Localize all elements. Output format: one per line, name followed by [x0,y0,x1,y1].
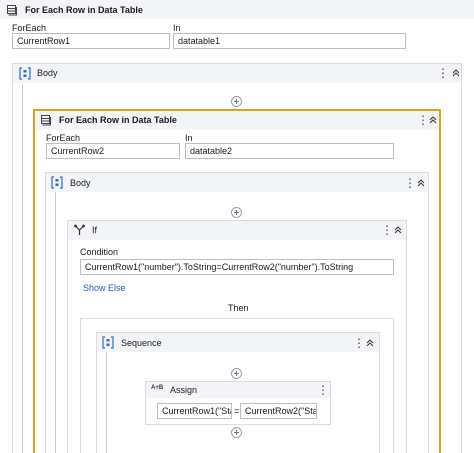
assign-operator: = [234,406,240,416]
sequence-title: Sequence [121,338,162,348]
if-title: If [92,225,98,235]
assign-icon: A+B [151,385,164,391]
add-activity-icon[interactable] [231,96,242,107]
outer-body-collapse-icon[interactable] [451,68,461,78]
inner-body-menu-icon[interactable]: ⋮ [404,177,416,189]
assign-menu-icon[interactable]: ⋮ [317,384,329,396]
then-label: Then [228,303,249,313]
sequence-braces-icon [19,67,31,80]
sequence-collapse-icon[interactable] [365,338,375,348]
outer-foreach-field[interactable]: CurrentRow1 [12,33,170,49]
outer-foreach-label: ForEach [12,23,47,33]
inner-foreach-label: ForEach [46,133,81,143]
inner-body-left-rule [55,192,56,453]
inner-body-collapse-icon[interactable] [416,178,426,188]
outer-body-header[interactable] [13,64,461,83]
sequence-left-rule [106,352,107,453]
if-collapse-icon[interactable] [393,225,403,235]
outer-in-field[interactable]: datatable1 [173,33,406,49]
inner-loop-title: For Each Row in Data Table [59,115,177,125]
add-activity-icon[interactable] [231,207,242,218]
sequence-braces-icon [51,176,63,189]
outer-loop-title: For Each Row in Data Table [25,5,143,15]
inner-foreach-field[interactable]: CurrentRow2 [46,143,180,159]
show-else-link[interactable]: Show Else [83,283,126,293]
condition-field[interactable]: CurrentRow1("number").ToString=CurrentRo… [80,259,394,275]
sequence-menu-icon[interactable]: ⋮ [353,337,365,349]
condition-label: Condition [80,247,119,257]
inner-loop-collapse-icon[interactable] [428,115,438,125]
assign-value-field[interactable]: CurrentRow2("Stat [240,403,317,419]
inner-loop-menu-icon[interactable]: ⋮ [417,114,429,126]
inner-in-field[interactable]: datatable2 [185,143,394,159]
outer-body-title: Body [37,68,58,78]
add-activity-icon[interactable] [231,368,242,379]
sequence-braces-icon [102,336,114,349]
table-loop-icon [7,5,17,16]
outer-in-label: In [173,23,181,33]
outer-body-left-rule [22,84,23,453]
assign-title: Assign [170,385,198,395]
if-menu-icon[interactable]: ⋮ [381,224,393,236]
table-loop-icon [41,115,51,126]
if-header[interactable] [68,221,406,240]
outer-body-menu-icon[interactable]: ⋮ [437,67,449,79]
if-branch-icon [74,224,85,235]
inner-body-title: Body [70,178,91,188]
inner-in-label: In [185,133,193,143]
inner-body-header[interactable] [46,173,428,192]
add-activity-icon[interactable] [231,427,242,438]
assign-to-field[interactable]: CurrentRow1("Stat [157,403,232,419]
